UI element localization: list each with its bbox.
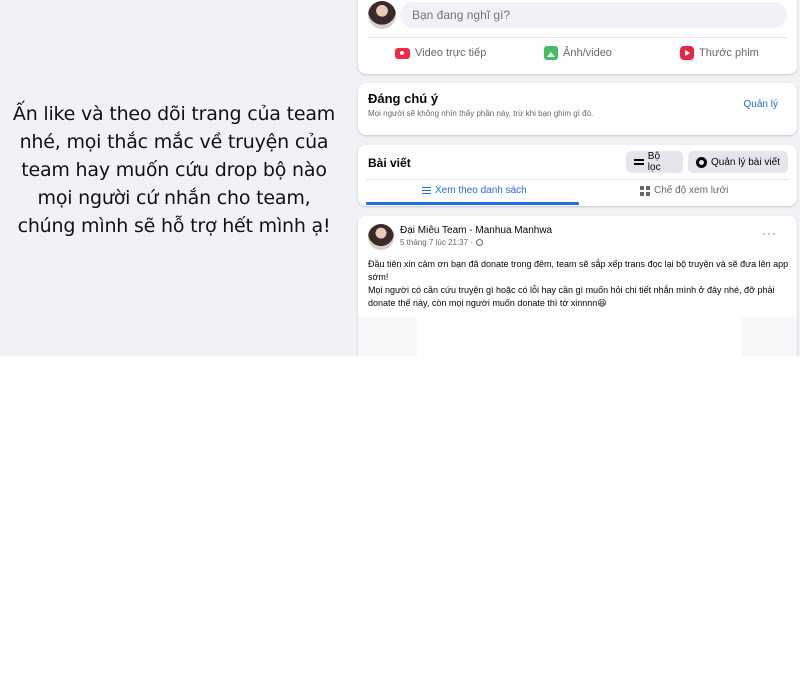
manage-posts-button[interactable]: Quản lý bài viết — [688, 151, 788, 173]
promo-message: Ấn like và theo dõi trang của team nhé, … — [12, 103, 336, 237]
reel-label: Thước phim — [699, 47, 759, 59]
post-timestamp[interactable]: 5 tháng 7 lúc 21:37 · — [400, 238, 483, 247]
filter-label: Bộ lọc — [647, 151, 661, 173]
photo-icon — [544, 46, 558, 60]
live-video-button[interactable]: Video trực tiếp — [395, 44, 486, 62]
composer-input[interactable] — [400, 2, 787, 28]
posts-title: Bài viết — [368, 156, 411, 170]
post-card: Đại Miêu Team - Manhua Manhwa 5 tháng 7 … — [358, 216, 797, 356]
posts-section: Bài viết Bộ lọc Quản lý bài viết Xem the… — [358, 145, 797, 206]
filter-button[interactable]: Bộ lọc — [626, 151, 683, 173]
reel-icon — [680, 46, 694, 60]
tab-grid-view[interactable]: Chế độ xem lưới — [640, 185, 728, 196]
post-body-line: Đầu tiên xin cảm ơn bạn đã donate trong … — [368, 259, 789, 282]
live-video-icon — [395, 47, 410, 59]
active-tab-indicator — [366, 202, 579, 205]
live-video-label: Video trực tiếp — [415, 47, 487, 59]
featured-manage-link[interactable]: Quản lý — [744, 99, 778, 110]
post-media-image — [417, 317, 741, 356]
divider — [366, 179, 789, 180]
tab-grid-label: Chế độ xem lưới — [654, 185, 729, 196]
list-icon — [422, 186, 431, 195]
photo-video-button[interactable]: Ảnh/video — [544, 44, 612, 62]
post-body: Đầu tiên xin cảm ơn bạn đã donate trong … — [368, 258, 794, 310]
tab-list-label: Xem theo danh sách — [435, 185, 527, 196]
featured-section: Đáng chú ý Mọi người sẽ không nhìn thấy … — [358, 83, 797, 135]
reel-button[interactable]: Thước phim — [680, 44, 759, 62]
featured-title: Đáng chú ý — [368, 91, 439, 106]
tab-list-view[interactable]: Xem theo danh sách — [422, 185, 527, 196]
grid-icon — [640, 185, 650, 196]
manage-posts-label: Quản lý bài viết — [711, 156, 780, 168]
photo-video-label: Ảnh/video — [563, 47, 612, 59]
post-author[interactable]: Đại Miêu Team - Manhua Manhwa — [400, 225, 552, 236]
gear-icon — [696, 156, 707, 168]
post-body-line: Mọi người có cần cứu truyện gì hoặc có l… — [368, 285, 775, 308]
page-feed: Video trực tiếp Ảnh/video Thước phim Đán… — [356, 0, 800, 356]
post-time-label: 5 tháng 7 lúc 21:37 · — [400, 238, 473, 247]
globe-icon — [475, 239, 483, 246]
more-options-button[interactable]: ··· — [762, 226, 777, 240]
screen: Ấn like và theo dõi trang của team nhé, … — [0, 0, 800, 700]
author-avatar[interactable] — [368, 224, 394, 250]
promo-banner: Ấn like và theo dõi trang của team nhé, … — [0, 0, 356, 356]
divider — [368, 37, 787, 38]
filter-icon — [634, 158, 644, 166]
featured-subtitle: Mọi người sẽ không nhìn thấy phần này, t… — [368, 109, 594, 118]
post-composer: Video trực tiếp Ảnh/video Thước phim — [358, 0, 797, 74]
post-media[interactable] — [358, 317, 797, 356]
avatar[interactable] — [368, 1, 396, 29]
